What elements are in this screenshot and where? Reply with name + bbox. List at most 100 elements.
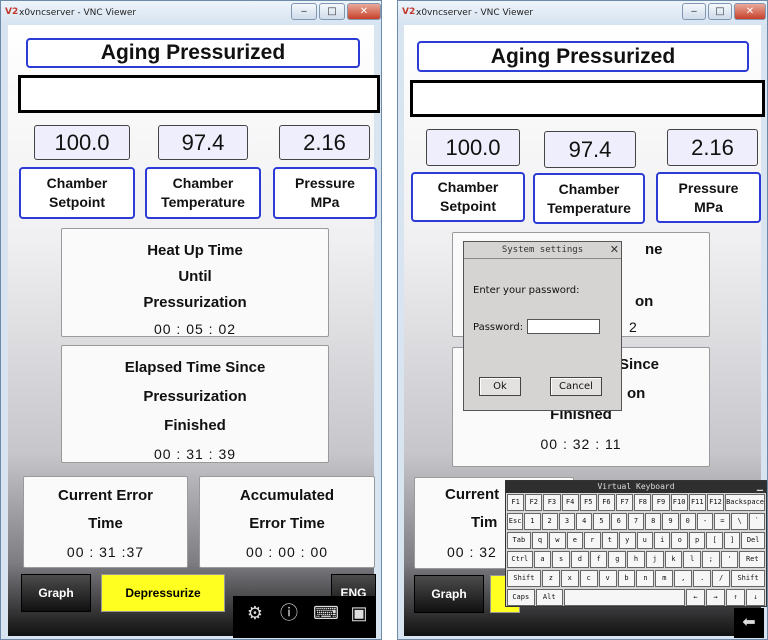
key-8[interactable]: 8 bbox=[645, 513, 662, 530]
key-s[interactable]: s bbox=[552, 551, 571, 568]
key-g[interactable]: g bbox=[608, 551, 627, 568]
key-7[interactable]: 7 bbox=[627, 513, 645, 530]
key-f5[interactable]: F5 bbox=[579, 494, 597, 511]
key-shift[interactable]: Shift bbox=[731, 570, 765, 587]
key-9[interactable]: 9 bbox=[662, 513, 679, 530]
depressurize-button[interactable]: Depressurize bbox=[101, 574, 225, 612]
key-[[interactable]: [ bbox=[706, 532, 723, 549]
key-z[interactable]: z bbox=[541, 570, 560, 587]
pressure-label[interactable]: Pressure MPa bbox=[656, 172, 761, 223]
key-u[interactable]: u bbox=[636, 532, 653, 549]
dialog-close-icon[interactable]: ✕ bbox=[610, 243, 619, 257]
key-↓[interactable]: ↓ bbox=[746, 589, 765, 606]
gear-icon[interactable]: ⚙ bbox=[243, 602, 267, 624]
keyboard-minimize-icon[interactable]: ▁ bbox=[757, 481, 763, 492]
key-f10[interactable]: F10 bbox=[670, 494, 688, 511]
key-6[interactable]: 6 bbox=[610, 513, 627, 530]
title-bar[interactable]: V2 x0vncserver - VNC Viewer ‒ □ ✕ bbox=[1, 1, 381, 25]
key-f9[interactable]: F9 bbox=[652, 494, 670, 511]
key-/[interactable]: / bbox=[712, 570, 731, 587]
key-l[interactable]: l bbox=[683, 551, 702, 568]
title-bar[interactable]: V2 x0vncserver - VNC Viewer ‒ □ ✕ bbox=[398, 1, 767, 25]
maximize-button[interactable]: □ bbox=[708, 3, 732, 20]
key-j[interactable]: j bbox=[645, 551, 664, 568]
key-f4[interactable]: F4 bbox=[561, 494, 579, 511]
key-o[interactable]: o bbox=[671, 532, 688, 549]
key-caps[interactable]: Caps bbox=[507, 589, 535, 606]
setpoint-label[interactable]: Chamber Setpoint bbox=[411, 172, 525, 222]
key-\[interactable]: \ bbox=[731, 513, 748, 530]
key-↑[interactable]: ↑ bbox=[726, 589, 745, 606]
key-,[interactable]: , bbox=[674, 570, 693, 587]
setpoint-label[interactable]: Chamber Setpoint bbox=[19, 167, 135, 219]
password-field[interactable] bbox=[527, 319, 600, 334]
key-ctrl[interactable]: Ctrl bbox=[507, 551, 533, 568]
temperature-label[interactable]: Chamber Temperature bbox=[533, 173, 645, 224]
key-i[interactable]: i bbox=[653, 532, 671, 549]
cancel-button[interactable]: Cancel bbox=[550, 377, 602, 396]
keyboard-icon[interactable]: ⌨ bbox=[313, 602, 339, 624]
graph-button[interactable]: Graph bbox=[21, 574, 91, 612]
close-button[interactable]: ✕ bbox=[734, 3, 766, 20]
key-5[interactable]: 5 bbox=[593, 513, 610, 530]
close-button[interactable]: ✕ bbox=[347, 3, 381, 20]
key-esc[interactable]: Esc bbox=[507, 513, 524, 530]
key-2[interactable]: 2 bbox=[541, 513, 558, 530]
key-del[interactable]: Del bbox=[741, 532, 766, 549]
key-space[interactable] bbox=[564, 589, 685, 606]
key-4[interactable]: 4 bbox=[576, 513, 593, 530]
minimize-button[interactable]: ‒ bbox=[291, 3, 317, 20]
key-p[interactable]: p bbox=[688, 532, 706, 549]
key-`[interactable]: ` bbox=[748, 513, 765, 530]
key-b[interactable]: b bbox=[617, 570, 636, 587]
key-f6[interactable]: F6 bbox=[597, 494, 616, 511]
key-.[interactable]: . bbox=[693, 570, 712, 587]
key-;[interactable]: ; bbox=[702, 551, 720, 568]
key-v[interactable]: v bbox=[598, 570, 617, 587]
key-f3[interactable]: F3 bbox=[543, 494, 561, 511]
graph-button[interactable]: Graph bbox=[414, 575, 484, 613]
save-icon[interactable]: ▣ bbox=[347, 602, 371, 624]
key-'[interactable]: ' bbox=[720, 551, 739, 568]
back-arrow-icon[interactable]: ⬅ bbox=[737, 612, 761, 634]
key-c[interactable]: c bbox=[579, 570, 598, 587]
key-alt[interactable]: Alt bbox=[535, 589, 563, 606]
key-3[interactable]: 3 bbox=[558, 513, 576, 530]
key-f[interactable]: f bbox=[589, 551, 608, 568]
key-t[interactable]: t bbox=[601, 532, 619, 549]
key-y[interactable]: y bbox=[619, 532, 636, 549]
key-h[interactable]: h bbox=[627, 551, 645, 568]
key-w[interactable]: w bbox=[549, 532, 566, 549]
dialog-title[interactable]: System settings bbox=[464, 242, 621, 259]
key-ret[interactable]: Ret bbox=[739, 551, 766, 568]
key-backspace[interactable]: Backspace bbox=[725, 494, 765, 511]
key-shift[interactable]: Shift bbox=[507, 570, 541, 587]
key--[interactable]: - bbox=[696, 513, 714, 530]
key-e[interactable]: e bbox=[566, 532, 584, 549]
key-←[interactable]: ← bbox=[686, 589, 705, 606]
key-m[interactable]: m bbox=[655, 570, 674, 587]
key-n[interactable]: n bbox=[636, 570, 655, 587]
key-x[interactable]: x bbox=[560, 570, 579, 587]
key-r[interactable]: r bbox=[584, 532, 601, 549]
key-f8[interactable]: F8 bbox=[634, 494, 652, 511]
pressure-label[interactable]: Pressure MPa bbox=[273, 167, 377, 219]
key-f11[interactable]: F11 bbox=[688, 494, 706, 511]
key-f7[interactable]: F7 bbox=[616, 494, 634, 511]
minimize-button[interactable]: ‒ bbox=[682, 3, 706, 20]
key-0[interactable]: 0 bbox=[679, 513, 696, 530]
keyboard-title[interactable]: Virtual Keyboard bbox=[506, 481, 766, 493]
key-f1[interactable]: F1 bbox=[507, 494, 525, 511]
key-d[interactable]: d bbox=[571, 551, 589, 568]
key-1[interactable]: 1 bbox=[524, 513, 541, 530]
key-f2[interactable]: F2 bbox=[525, 494, 543, 511]
key-=[interactable]: = bbox=[714, 513, 731, 530]
temperature-label[interactable]: Chamber Temperature bbox=[145, 167, 261, 219]
key-→[interactable]: → bbox=[706, 589, 725, 606]
key-][interactable]: ] bbox=[723, 532, 741, 549]
key-k[interactable]: k bbox=[664, 551, 683, 568]
key-tab[interactable]: Tab bbox=[507, 532, 531, 549]
key-f12[interactable]: F12 bbox=[706, 494, 725, 511]
maximize-button[interactable]: □ bbox=[319, 3, 345, 20]
key-q[interactable]: q bbox=[531, 532, 549, 549]
